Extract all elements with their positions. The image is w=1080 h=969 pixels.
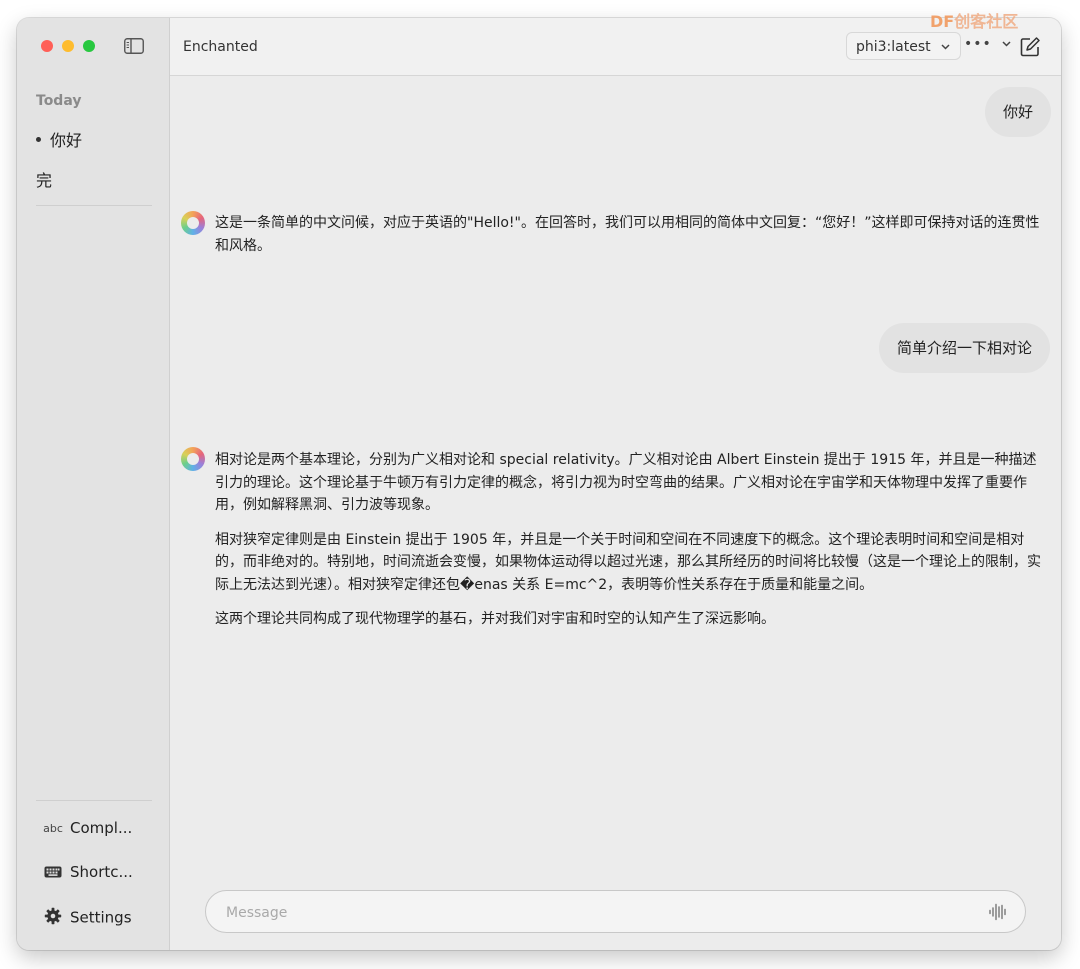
settings-label: Settings	[70, 908, 132, 927]
assistant-paragraph: 这是一条简单的中文问候，对应于英语的"Hello!"。在回答时，我们可以用相同的…	[215, 215, 1040, 254]
sidebar-divider	[36, 800, 152, 801]
gear-icon	[43, 907, 63, 929]
model-selector-value: phi3:latest	[856, 39, 931, 55]
app-window: Today 你好 完 abc Compl... Shortc... Settin…	[17, 18, 1061, 950]
assistant-message: 这是一条简单的中文问候，对应于英语的"Hello!"。在回答时，我们可以用相同的…	[215, 212, 1045, 269]
assistant-paragraph: 相对论是两个基本理论，分别为广义相对论和 special relativity。…	[215, 452, 1037, 513]
watermark-brand: DF	[930, 12, 955, 31]
section-header-today: Today	[36, 93, 82, 109]
abc-text-icon: abc	[43, 822, 63, 835]
more-options-button[interactable]: •••	[964, 36, 1011, 52]
more-icon: •••	[964, 36, 992, 52]
sidebar: Today 你好 完 abc Compl... Shortc... Settin…	[17, 18, 170, 950]
user-message-text: 你好	[1003, 103, 1034, 121]
minimize-window-button[interactable]	[62, 40, 74, 52]
watermark-logo: DF创客社区	[930, 8, 1018, 32]
user-message-bubble: 你好	[985, 87, 1052, 137]
keyboard-icon	[43, 864, 63, 882]
user-message-bubble: 简单介绍一下相对论	[879, 323, 1051, 373]
completions-button[interactable]: abc Compl...	[43, 819, 132, 837]
assistant-message: 相对论是两个基本理论，分别为广义相对论和 special relativity。…	[215, 449, 1045, 643]
completions-label: Compl...	[70, 819, 133, 837]
active-dot-icon	[36, 137, 41, 142]
chat-main: Enchanted phi3:latest ••• 你好 这是一条简单的中文问候…	[170, 18, 1061, 950]
sidebar-divider	[36, 205, 152, 206]
message-input-container	[205, 890, 1026, 934]
user-message-text: 简单介绍一下相对论	[897, 339, 1033, 357]
shortcuts-label: Shortc...	[70, 863, 133, 881]
chevron-down-icon	[941, 44, 950, 50]
conversation-item[interactable]: 你好	[36, 127, 82, 151]
message-input[interactable]	[224, 891, 968, 934]
shortcuts-button[interactable]: Shortc...	[43, 863, 133, 882]
model-selector[interactable]: phi3:latest	[846, 32, 962, 60]
chevron-down-icon	[1002, 41, 1011, 47]
conversation-item[interactable]: 完	[36, 167, 52, 191]
assistant-avatar-icon	[181, 447, 205, 471]
voice-waveform-icon[interactable]	[988, 902, 1008, 922]
watermark-text: 创客社区	[954, 12, 1019, 31]
new-chat-compose-icon[interactable]	[1019, 36, 1041, 58]
close-window-button[interactable]	[41, 40, 53, 52]
assistant-paragraph: 相对狭窄定律则是由 Einstein 提出于 1905 年，并且是一个关于时间和…	[215, 531, 1041, 593]
assistant-paragraph: 这两个理论共同构成了现代物理学的基石，并对我们对宇宙和时空的认知产生了深远影响。	[215, 611, 775, 627]
app-title: Enchanted	[183, 39, 258, 55]
conversation-label: 完	[36, 171, 53, 190]
assistant-avatar-icon	[181, 211, 205, 235]
zoom-window-button[interactable]	[83, 40, 95, 52]
toolbar: Enchanted phi3:latest •••	[170, 18, 1061, 76]
conversation-label: 你好	[50, 131, 83, 150]
settings-button[interactable]: Settings	[43, 907, 132, 929]
sidebar-toggle-icon[interactable]	[124, 38, 144, 54]
